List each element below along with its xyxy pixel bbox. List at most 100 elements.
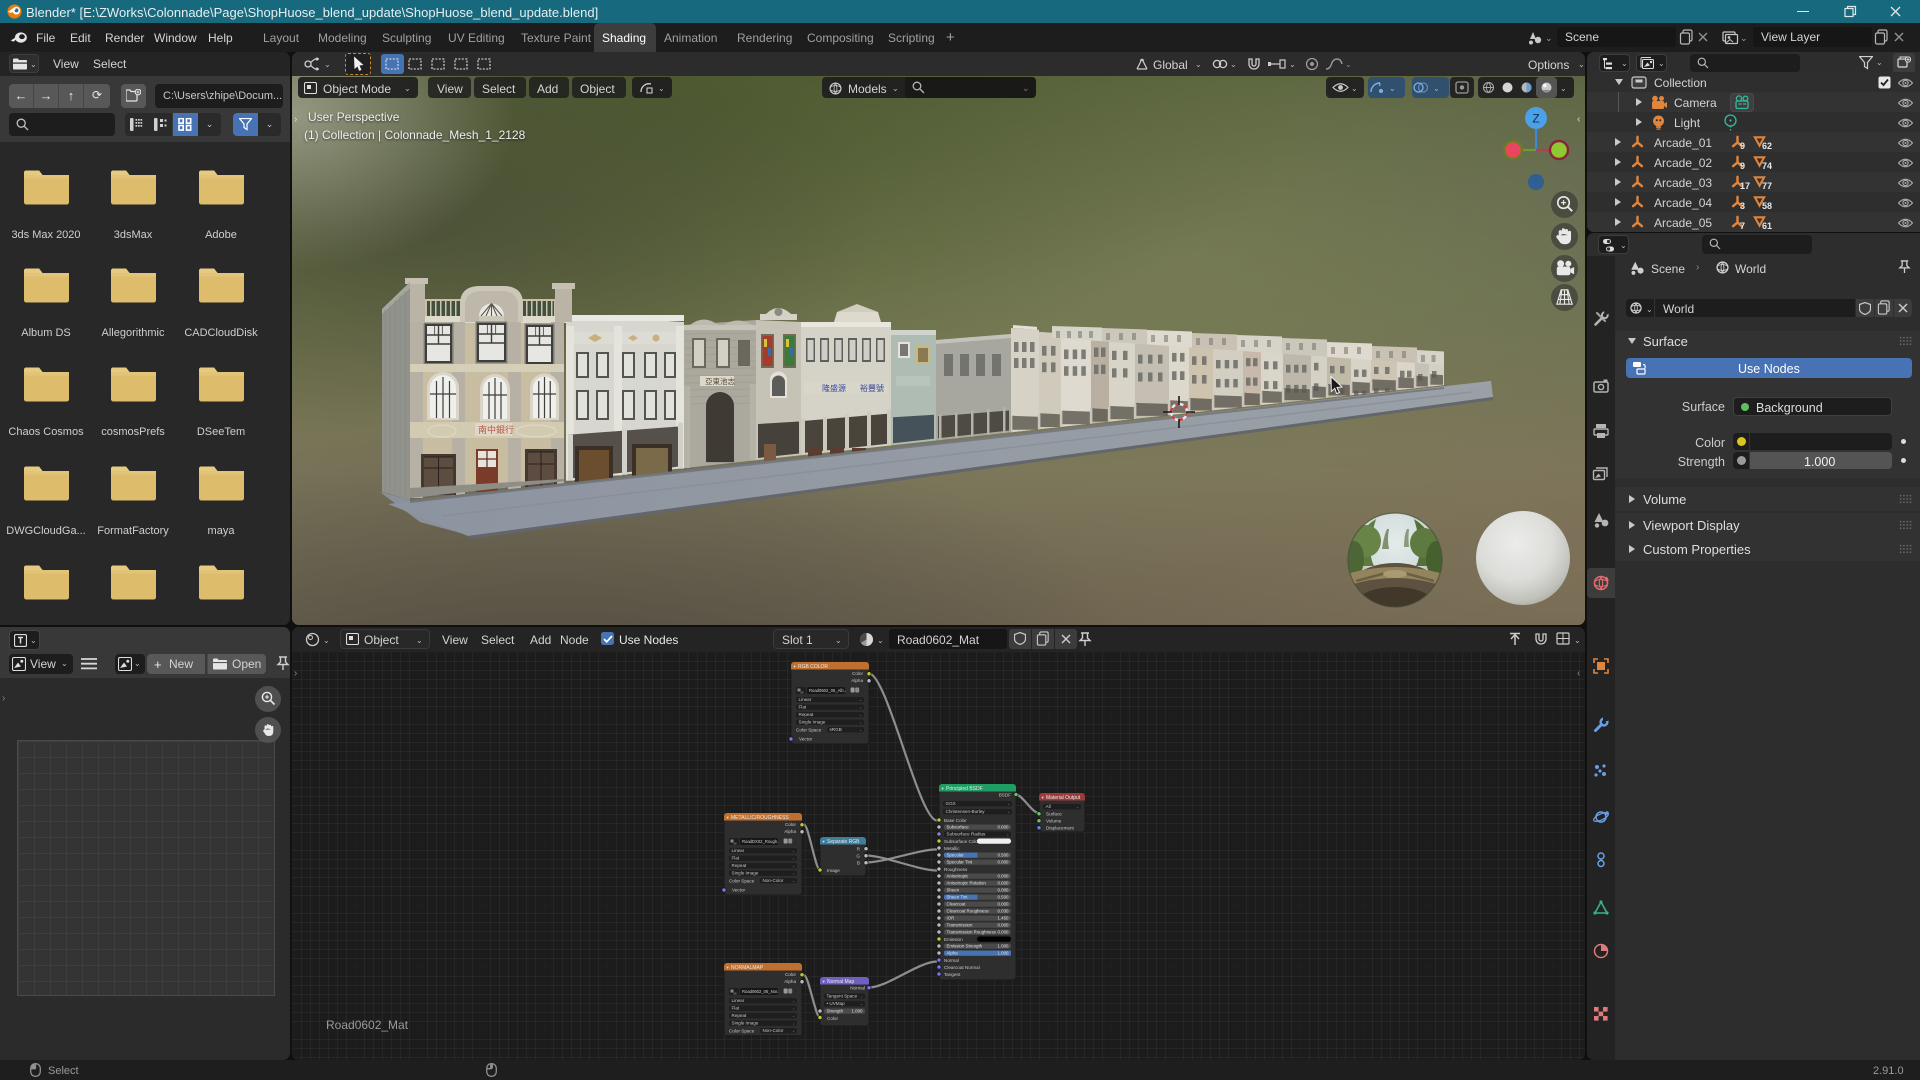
svg-text:Surface: Surface — [1046, 812, 1062, 817]
svg-text:Color: Color — [785, 822, 796, 827]
svg-text:南中銀行: 南中銀行 — [478, 424, 514, 435]
svg-text:RGB COLOR: RGB COLOR — [798, 664, 828, 670]
svg-text:Repeat: Repeat — [799, 712, 815, 717]
svg-text:Strength: Strength — [827, 1009, 844, 1014]
svg-text:⌄: ⌄ — [792, 872, 795, 876]
svg-text:⌄: ⌄ — [859, 713, 862, 717]
svg-text:Volume: Volume — [1046, 819, 1062, 824]
svg-text:Vector: Vector — [799, 737, 812, 742]
svg-text:⌄: ⌄ — [860, 995, 863, 999]
svg-text:0.000: 0.000 — [998, 874, 1010, 879]
svg-text:亞東池志: 亞東池志 — [705, 376, 735, 386]
svg-text:Clearcoat Normal: Clearcoat Normal — [944, 965, 980, 970]
svg-text:Clearcoat: Clearcoat — [947, 902, 967, 907]
svg-text:NORMALMAP: NORMALMAP — [731, 965, 764, 971]
svg-text:⌄: ⌄ — [859, 728, 862, 732]
svg-text:Non-Color: Non-Color — [763, 1028, 784, 1033]
svg-text:0.000: 0.000 — [998, 923, 1010, 928]
svg-text:Base Color: Base Color — [944, 818, 967, 823]
svg-text:G: G — [856, 854, 860, 859]
svg-text:Anisotropic: Anisotropic — [947, 874, 970, 879]
svg-text:⌄: ⌄ — [792, 864, 795, 868]
svg-text:Transmission Roughness: Transmission Roughness — [947, 930, 997, 935]
svg-text:⌄: ⌄ — [792, 1022, 795, 1026]
svg-text:Flat: Flat — [732, 1006, 740, 1011]
svg-text:Alpha: Alpha — [851, 678, 863, 683]
svg-text:Linear: Linear — [799, 697, 812, 702]
svg-text:Roughness: Roughness — [944, 867, 968, 872]
svg-text:Sheen Tint: Sheen Tint — [947, 895, 969, 900]
svg-text:Repeat: Repeat — [732, 1013, 748, 1018]
svg-text:隆盛源: 隆盛源 — [822, 383, 846, 393]
svg-text:⌄: ⌄ — [792, 1014, 795, 1018]
svg-text:0.000: 0.000 — [998, 825, 1010, 830]
svg-text:⌄: ⌄ — [859, 706, 862, 710]
svg-text:⌄: ⌄ — [1007, 802, 1010, 806]
svg-text:IOR: IOR — [947, 916, 955, 921]
svg-text:Color Space: Color Space — [796, 728, 822, 733]
svg-text:0.500: 0.500 — [998, 853, 1010, 858]
svg-text:⌄: ⌄ — [792, 857, 795, 861]
svg-text:⌄: ⌄ — [1006, 833, 1009, 837]
svg-text:Color: Color — [785, 972, 796, 977]
svg-text:Single Image: Single Image — [732, 1021, 759, 1026]
svg-text:Tangent Space: Tangent Space — [827, 994, 858, 999]
svg-text:Christensen-Burley: Christensen-Burley — [946, 809, 986, 814]
svg-text:METALLIC/ROUGHNESS: METALLIC/ROUGHNESS — [731, 815, 789, 821]
svg-text:All: All — [1046, 804, 1051, 809]
svg-text:0.030: 0.030 — [998, 909, 1010, 914]
svg-text:Alpha: Alpha — [784, 979, 796, 984]
svg-text:Normal: Normal — [944, 958, 959, 963]
svg-text:Flat: Flat — [799, 705, 807, 710]
svg-text:Clearcoat Roughness: Clearcoat Roughness — [947, 909, 990, 914]
svg-text:RoadDX02_Rough...: RoadDX02_Rough... — [742, 839, 781, 844]
svg-text:⌄: ⌄ — [792, 1029, 795, 1033]
svg-text:Color Space: Color Space — [729, 879, 755, 884]
svg-text:⌄: ⌄ — [1076, 805, 1079, 809]
svg-text:0.000: 0.000 — [998, 881, 1010, 886]
svg-text:Tangent: Tangent — [944, 972, 961, 977]
svg-text:Transmission: Transmission — [947, 923, 974, 928]
svg-text:⌄: ⌄ — [1007, 810, 1010, 814]
svg-text:Alpha: Alpha — [784, 829, 796, 834]
svg-text:Subsurface: Subsurface — [947, 825, 970, 830]
svg-text:Color: Color — [827, 1016, 838, 1021]
svg-text:0.000: 0.000 — [998, 888, 1010, 893]
svg-text:⌄: ⌄ — [859, 698, 862, 702]
svg-text:• UVMap: • UVMap — [827, 1001, 846, 1006]
svg-text:Linear: Linear — [732, 848, 745, 853]
svg-text:Sheen: Sheen — [947, 888, 960, 893]
svg-text:1.000: 1.000 — [998, 944, 1010, 949]
svg-text:Principled BSDF: Principled BSDF — [946, 786, 983, 792]
svg-text:Normal: Normal — [850, 986, 865, 991]
svg-text:⌄: ⌄ — [792, 999, 795, 1003]
svg-text:Subsurface Radius: Subsurface Radius — [947, 832, 987, 837]
svg-text:B: B — [857, 861, 860, 866]
svg-text:Separate RGB: Separate RGB — [827, 839, 860, 845]
svg-text:Anisotropic Rotation: Anisotropic Rotation — [947, 881, 987, 886]
svg-text:Emission: Emission — [944, 937, 963, 942]
svg-text:Flat: Flat — [732, 856, 740, 861]
svg-text:Image: Image — [827, 868, 840, 873]
svg-text:裕豐號: 裕豐號 — [860, 383, 884, 393]
svg-text:0.000: 0.000 — [998, 860, 1010, 865]
svg-text:Alpha: Alpha — [947, 951, 959, 956]
svg-text:Metallic: Metallic — [944, 846, 960, 851]
svg-text:0.000: 0.000 — [998, 930, 1010, 935]
svg-text:1.000: 1.000 — [998, 951, 1010, 956]
svg-text:Linear: Linear — [732, 998, 745, 1003]
svg-text:Single Image: Single Image — [799, 720, 826, 725]
svg-text:⌄: ⌄ — [792, 1007, 795, 1011]
svg-text:Specular Tint: Specular Tint — [947, 860, 973, 865]
svg-text:Road0602_06_Nor...: Road0602_06_Nor... — [742, 989, 781, 994]
svg-text:BSDF: BSDF — [999, 792, 1011, 797]
svg-text:Emission Strength: Emission Strength — [947, 944, 983, 949]
svg-text:Repeat: Repeat — [732, 863, 748, 868]
svg-text:Road0602_06_Alb...: Road0602_06_Alb... — [809, 688, 847, 693]
svg-text:Single Image: Single Image — [732, 871, 759, 876]
svg-text:Z: Z — [1532, 112, 1539, 126]
svg-text:1.000: 1.000 — [852, 1009, 864, 1014]
svg-text:Subsurface Color: Subsurface Color — [944, 839, 980, 844]
svg-text:Material Output: Material Output — [1046, 795, 1081, 801]
svg-text:Color: Color — [852, 671, 863, 676]
